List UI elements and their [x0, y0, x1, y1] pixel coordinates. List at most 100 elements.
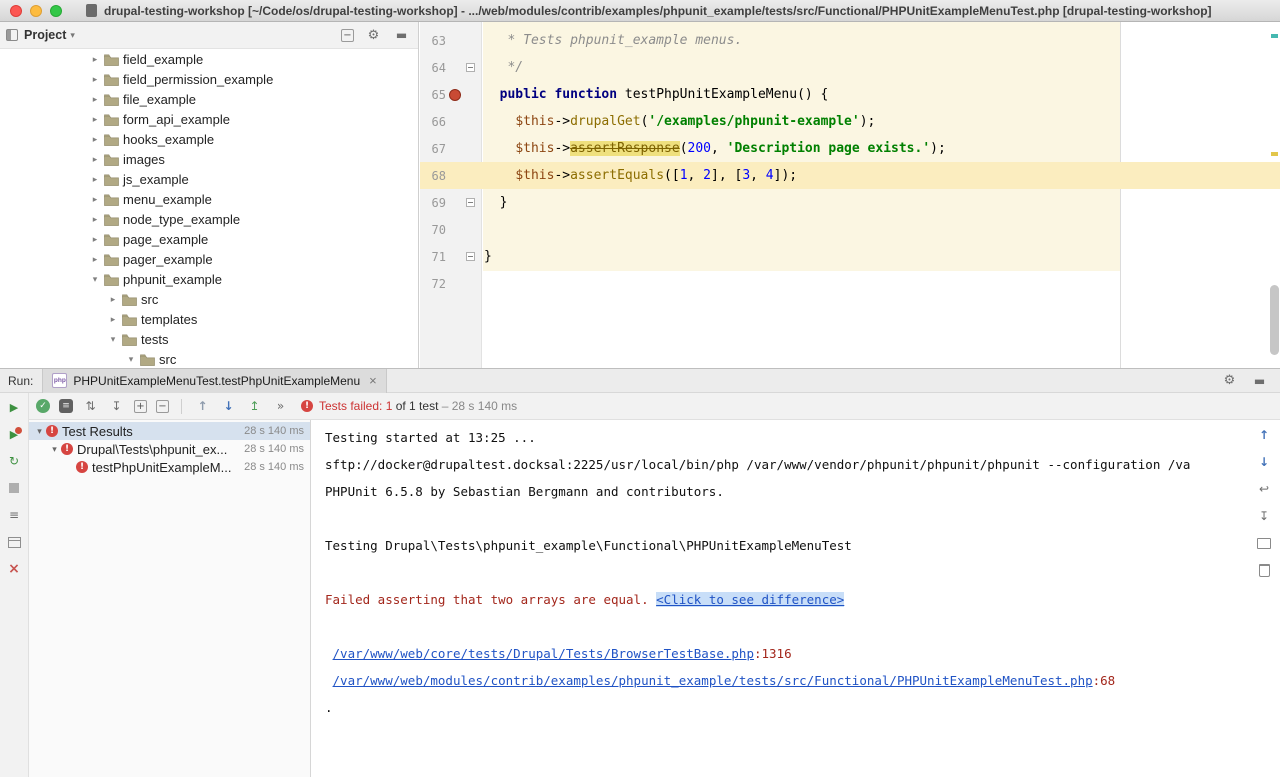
gutter-cell[interactable]: 71 — [420, 243, 482, 270]
clear-all-button[interactable] — [1256, 562, 1273, 578]
editor-line[interactable]: 68 $this->assertEquals([1, 2], [3, 4]); — [420, 162, 1280, 189]
chevron-right-icon[interactable]: ▸ — [88, 234, 102, 245]
project-tree-item[interactable]: ▸js_example — [0, 169, 418, 189]
failed-test-gutter-icon[interactable] — [446, 89, 463, 101]
chevron-right-icon[interactable]: ▸ — [106, 314, 120, 325]
error-stripe-mark[interactable] — [1271, 34, 1278, 38]
expand-all-button[interactable]: + — [134, 400, 147, 413]
gutter-cell[interactable]: 66 — [420, 108, 482, 135]
project-tree-item[interactable]: ▸form_api_example — [0, 109, 418, 129]
rerun-tests-button[interactable]: ▶ — [6, 399, 23, 415]
editor-line[interactable]: 67 $this->assertResponse(200, 'Descripti… — [420, 135, 1280, 162]
restore-layout-button[interactable] — [6, 534, 23, 550]
fold-marker[interactable] — [463, 63, 477, 72]
chevron-right-icon[interactable]: ▸ — [88, 54, 102, 65]
window-zoom-button[interactable] — [50, 5, 62, 17]
chevron-right-icon[interactable]: ▸ — [88, 214, 102, 225]
project-tree-item[interactable]: ▾tests — [0, 329, 418, 349]
soft-wrap-button[interactable]: ↩ — [1256, 481, 1273, 497]
gutter-cell[interactable]: 68 — [420, 162, 482, 189]
collapse-all-button[interactable]: − — [156, 400, 169, 413]
more-actions-chevron[interactable]: » — [272, 398, 289, 414]
gutter-cell[interactable]: 64 — [420, 54, 482, 81]
run-tab[interactable]: php PHPUnitExampleMenuTest.testPhpUnitEx… — [42, 369, 386, 393]
scroll-to-end-button[interactable]: ↧ — [1256, 508, 1273, 524]
chevron-down-icon[interactable]: ▾ — [48, 444, 61, 455]
chevron-right-icon[interactable]: ▸ — [88, 174, 102, 185]
project-tree-item[interactable]: ▸hooks_example — [0, 129, 418, 149]
previous-failed-test-button[interactable]: ↑ — [194, 398, 211, 414]
project-tree-item[interactable]: ▾src — [0, 349, 418, 368]
test-history-button[interactable]: ↥ — [246, 398, 263, 414]
fold-marker[interactable] — [463, 252, 477, 261]
project-tree-item[interactable]: ▸src — [0, 289, 418, 309]
fold-marker[interactable] — [463, 198, 477, 207]
code-editor[interactable]: 63 * Tests phpunit_example menus.64 */65… — [420, 22, 1280, 368]
gutter-cell[interactable]: 65 — [420, 81, 482, 108]
hide-run-panel-button[interactable]: ▬ — [1251, 373, 1268, 389]
editor-line[interactable]: 66 $this->drupalGet('/examples/phpunit-e… — [420, 108, 1280, 135]
test-console[interactable]: Testing started at 13:25 ...sftp://docke… — [312, 420, 1280, 777]
console-link[interactable]: /var/www/web/core/tests/Drupal/Tests/Bro… — [333, 646, 754, 661]
project-tree-item[interactable]: ▸page_example — [0, 229, 418, 249]
chevron-down-icon[interactable]: ▾ — [33, 426, 46, 437]
show-statistics-button[interactable]: ≡ — [6, 507, 23, 523]
up-stack-trace-button[interactable]: ↑ — [1256, 427, 1273, 443]
editor-line[interactable]: 70 — [420, 216, 1280, 243]
next-failed-test-button[interactable]: ↓ — [220, 398, 237, 414]
project-panel-title[interactable]: Project — [24, 28, 66, 42]
gutter-cell[interactable]: 72 — [420, 270, 482, 297]
show-ignored-button[interactable]: ≡ — [59, 399, 73, 413]
project-tree-item[interactable]: ▸field_permission_example — [0, 69, 418, 89]
editor-line[interactable]: 72 — [420, 270, 1280, 297]
gutter-cell[interactable]: 70 — [420, 216, 482, 243]
chevron-down-icon[interactable]: ▾ — [70, 30, 75, 41]
hide-panel-button[interactable]: ▬ — [393, 27, 410, 43]
chevron-down-icon[interactable]: ▾ — [106, 334, 120, 345]
chevron-right-icon[interactable]: ▸ — [88, 254, 102, 265]
editor-line[interactable]: 65 public function testPhpUnitExampleMen… — [420, 81, 1280, 108]
toggle-auto-test-button[interactable]: ↻ — [6, 453, 23, 469]
sort-by-duration-button[interactable]: ↧ — [108, 398, 125, 414]
gutter-cell[interactable]: 67 — [420, 135, 482, 162]
chevron-right-icon[interactable]: ▸ — [88, 154, 102, 165]
project-tree-item[interactable]: ▾phpunit_example — [0, 269, 418, 289]
down-stack-trace-button[interactable]: ↓ — [1256, 454, 1273, 470]
test-tree-item[interactable]: ▾Test Results28 s 140 ms — [29, 422, 310, 440]
chevron-down-icon[interactable]: ▾ — [88, 274, 102, 285]
stop-button[interactable] — [6, 480, 23, 496]
chevron-right-icon[interactable]: ▸ — [88, 114, 102, 125]
chevron-down-icon[interactable]: ▾ — [124, 354, 138, 365]
test-tree-item[interactable]: ▾Drupal\Tests\phpunit_ex...28 s 140 ms — [29, 440, 310, 458]
editor-line[interactable]: 69 } — [420, 189, 1280, 216]
rerun-failed-tests-button[interactable]: ▶ — [6, 426, 23, 442]
close-tab-icon[interactable]: × — [369, 373, 377, 388]
settings-gear-icon[interactable]: ⚙ — [365, 27, 382, 43]
gutter-cell[interactable]: 63 — [420, 27, 482, 54]
window-minimize-button[interactable] — [30, 5, 42, 17]
show-passed-button[interactable]: ✓ — [36, 399, 50, 413]
window-close-button[interactable] — [10, 5, 22, 17]
project-tree-item[interactable]: ▸images — [0, 149, 418, 169]
chevron-right-icon[interactable]: ▸ — [88, 194, 102, 205]
console-link[interactable]: /var/www/web/modules/contrib/examples/ph… — [333, 673, 1093, 688]
project-tree-item[interactable]: ▸pager_example — [0, 249, 418, 269]
test-tree-item[interactable]: testPhpUnitExampleM...28 s 140 ms — [29, 458, 310, 476]
gutter-cell[interactable]: 69 — [420, 189, 482, 216]
chevron-right-icon[interactable]: ▸ — [106, 294, 120, 305]
project-tree-item[interactable]: ▸menu_example — [0, 189, 418, 209]
project-tree-item[interactable]: ▸field_example — [0, 49, 418, 69]
chevron-right-icon[interactable]: ▸ — [88, 134, 102, 145]
editor-line[interactable]: 71} — [420, 243, 1280, 270]
collapse-all-button[interactable]: − — [341, 29, 354, 42]
run-settings-gear-icon[interactable]: ⚙ — [1221, 373, 1238, 389]
print-button[interactable] — [1256, 535, 1273, 551]
error-stripe-mark[interactable] — [1271, 152, 1278, 156]
editor-line[interactable]: 63 * Tests phpunit_example menus. — [420, 27, 1280, 54]
editor-scrollbar-thumb[interactable] — [1270, 285, 1279, 355]
project-tree-item[interactable]: ▸file_example — [0, 89, 418, 109]
console-link[interactable]: <Click to see difference> — [656, 592, 844, 607]
chevron-right-icon[interactable]: ▸ — [88, 74, 102, 85]
editor-line[interactable]: 64 */ — [420, 54, 1280, 81]
close-button[interactable]: × — [6, 561, 23, 577]
